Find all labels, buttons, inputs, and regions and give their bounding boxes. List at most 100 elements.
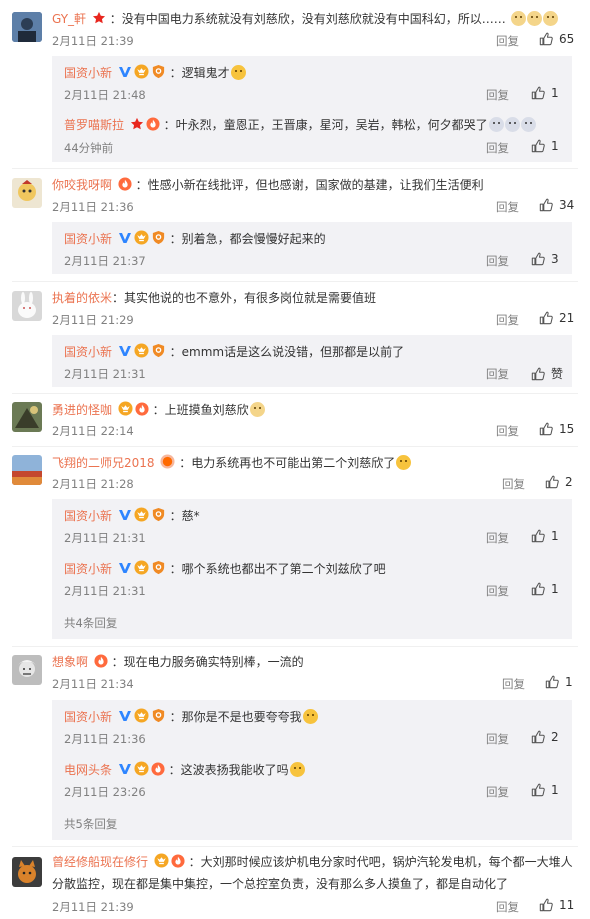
- reply-button[interactable]: 回复: [486, 784, 509, 800]
- reply-button[interactable]: 回复: [496, 899, 519, 915]
- like-count: 3: [551, 252, 559, 266]
- reply-username-link[interactable]: 国资小新: [64, 562, 112, 576]
- username-link[interactable]: 曾经修船现在修行: [52, 855, 148, 869]
- reply-button[interactable]: 回复: [486, 731, 509, 747]
- reply-username-link[interactable]: 国资小新: [64, 710, 112, 724]
- comment-time: 2月11日 22:14: [52, 424, 134, 438]
- reply-username-link[interactable]: 电网头条: [64, 763, 112, 777]
- shield-badge-icon: [151, 64, 166, 79]
- reply-button[interactable]: 回复: [496, 423, 519, 439]
- comment-text: ：上班摸鱼刘慈欣: [152, 403, 249, 417]
- username-link[interactable]: 执着的依米: [52, 291, 112, 305]
- like-button[interactable]: 1: [531, 139, 559, 153]
- vip-crown-icon: [118, 401, 133, 416]
- reply-button[interactable]: 回复: [502, 676, 525, 692]
- avatar[interactable]: [12, 178, 42, 208]
- vip-crown-icon: [134, 507, 149, 522]
- like-button[interactable]: 赞: [531, 365, 563, 382]
- thumb-up-icon: [531, 367, 545, 381]
- like-button[interactable]: 1: [531, 582, 559, 596]
- reply-text: ：那你是不是也要夸夸我: [169, 710, 302, 724]
- avatar[interactable]: [12, 857, 42, 887]
- reply-button[interactable]: 回复: [486, 583, 509, 599]
- comment-time: 2月11日 21:28: [52, 477, 134, 491]
- like-button[interactable]: 34: [539, 198, 574, 212]
- cat-emoji-icon: [249, 402, 265, 417]
- vip-crown-icon: [134, 64, 149, 79]
- divider: [12, 393, 578, 394]
- username-link[interactable]: 想象啊: [52, 655, 88, 669]
- like-button[interactable]: 1: [531, 529, 559, 543]
- more-replies-link[interactable]: 共5条回复: [64, 816, 117, 832]
- avatar[interactable]: [12, 402, 42, 432]
- reply-text: ：这波表扬我能收了吗: [168, 763, 289, 777]
- reply-time: 2月11日 21:31: [64, 531, 146, 545]
- like-count: 34: [559, 198, 575, 212]
- reply-button[interactable]: 回复: [486, 366, 509, 382]
- comment-text: ：其实他说的也不意外，有很多岗位就是需要值班: [112, 291, 377, 305]
- like-button[interactable]: 2: [545, 475, 573, 489]
- like-button[interactable]: 11: [539, 898, 574, 912]
- reply-text-line: 电网头条 ：这波表扬我能收了吗: [64, 761, 305, 778]
- flame-badge-icon: [94, 654, 108, 668]
- username-link[interactable]: 勇进的怪咖: [52, 403, 112, 417]
- reply-button[interactable]: 回复: [496, 199, 519, 215]
- reply-username-link[interactable]: 国资小新: [64, 509, 112, 523]
- comment-text: ：没有中国电力系统就没有刘慈欣，没有刘慈欣就没有中国科幻，所以……: [109, 12, 506, 26]
- reply-time: 44分钟前: [64, 141, 114, 155]
- reply-button[interactable]: 回复: [486, 140, 509, 156]
- verified-v-icon: [118, 231, 132, 245]
- more-replies-link[interactable]: 共4条回复: [64, 615, 117, 631]
- reply-button[interactable]: 回复: [496, 312, 519, 328]
- avatar[interactable]: [12, 291, 42, 321]
- username-link[interactable]: GY_軒: [52, 12, 86, 26]
- reply-text: ：别着急，都会慢慢好起来的: [169, 232, 326, 246]
- comment-time: 2月11日 21:34: [52, 677, 134, 691]
- reply-username-link[interactable]: 国资小新: [64, 232, 112, 246]
- comment-text: ：性感小新在线批评，但也感谢，国家做的基建，让我们生活便利: [135, 178, 484, 192]
- reply-text-line: 国资小新 ：那你是不是也要夸夸我: [64, 708, 318, 725]
- thumb-up-icon: [531, 86, 545, 100]
- like-count: 1: [551, 86, 559, 100]
- reply-button[interactable]: 回复: [486, 253, 509, 269]
- comment-text-line: 你咬我呀啊 ：性感小新在线批评，但也感谢，国家做的基建，让我们生活便利: [52, 177, 484, 193]
- like-button[interactable]: 1: [531, 86, 559, 100]
- reply-text-line: 国资小新 ：别着急，都会慢慢好起来的: [64, 230, 326, 247]
- blush-emoji-icon: [302, 709, 318, 724]
- reply-button[interactable]: 回复: [496, 33, 519, 49]
- reply-username-link[interactable]: 普罗喵斯拉: [64, 118, 124, 132]
- like-button[interactable]: 3: [531, 252, 559, 266]
- reply-text: ：逻辑鬼才: [169, 66, 230, 80]
- divider: [12, 446, 578, 447]
- reply-text: ：emmm话是这么说没错，但那都是以前了: [169, 345, 405, 359]
- username-link[interactable]: 飞翔的二师兄2018: [52, 456, 155, 470]
- reply-button[interactable]: 回复: [486, 87, 509, 103]
- divider: [12, 646, 578, 647]
- reply-time: 2月11日 21:31: [64, 584, 146, 598]
- like-button[interactable]: 2: [531, 730, 559, 744]
- like-count: 2: [565, 475, 573, 489]
- avatar[interactable]: [12, 12, 42, 42]
- comment-text: ：大刘那时候应该炉机电分家时代吧，锅炉汽轮发电机，每个都一大堆人: [188, 855, 573, 869]
- reply-button[interactable]: 回复: [486, 530, 509, 546]
- like-button[interactable]: 15: [539, 422, 574, 436]
- like-button[interactable]: 1: [545, 675, 573, 689]
- reply-text-line: 国资小新 ：逻辑鬼才: [64, 64, 246, 81]
- shield-badge-icon: [151, 560, 166, 575]
- divider: [12, 281, 578, 282]
- reply-button[interactable]: 回复: [502, 476, 525, 492]
- reply-username-link[interactable]: 国资小新: [64, 66, 112, 80]
- thumb-up-icon: [539, 198, 553, 212]
- thumb-up-icon: [531, 529, 545, 543]
- like-button[interactable]: 65: [539, 32, 574, 46]
- reply-time: 2月11日 23:26: [64, 785, 146, 799]
- laugh-emoji-icon: [289, 762, 305, 777]
- avatar[interactable]: [12, 455, 42, 485]
- vip-crown-icon: [134, 560, 149, 575]
- like-button[interactable]: 1: [531, 783, 559, 797]
- avatar[interactable]: [12, 655, 42, 685]
- username-link[interactable]: 你咬我呀啊: [52, 178, 112, 192]
- reply-username-link[interactable]: 国资小新: [64, 345, 112, 359]
- thumb-up-icon: [539, 311, 553, 325]
- like-button[interactable]: 21: [539, 311, 574, 325]
